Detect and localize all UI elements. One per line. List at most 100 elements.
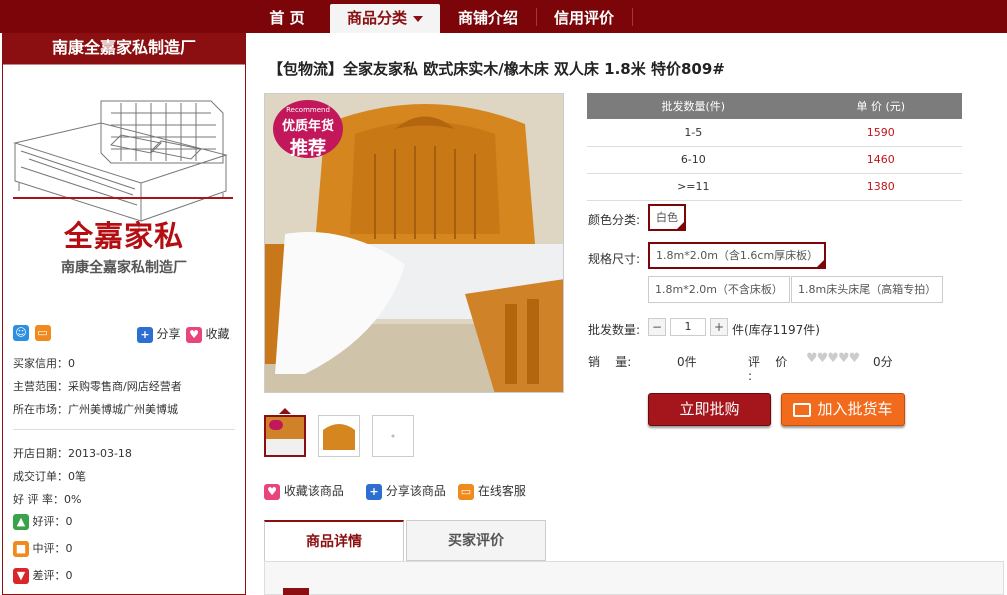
favorite-link[interactable]: 收藏 (206, 327, 230, 341)
nav-divider (536, 8, 537, 26)
chat-face-icon[interactable]: ☺ (13, 325, 29, 341)
add-to-cart-label: 加入批货车 (817, 400, 893, 418)
thumbs-up-icon: ▲ (13, 514, 29, 530)
good-review-row: ▲ 好评：0 (13, 513, 73, 530)
tab-buyer-reviews[interactable]: 买家评价 (406, 520, 546, 561)
row-value: 2013-03-18 (68, 447, 132, 460)
market-row: 所在市场：广州美博城广州美博城 (13, 401, 178, 417)
review-score: 0分 (873, 355, 893, 369)
row-value: 0 (68, 357, 75, 370)
price-cell: 1590 (799, 119, 962, 147)
wholesale-price-table: 批发数量(件) 单 价 (元) 1-5 1590 6-10 1460 >=11 … (587, 93, 962, 201)
thumb-pointer-icon (279, 408, 291, 414)
row-value: 0笔 (68, 470, 86, 483)
rating-hearts-icon: ♥♥♥♥♥ (806, 351, 860, 366)
row-value: 0 (65, 542, 73, 555)
thumbnail-3[interactable] (372, 415, 414, 457)
color-label: 颜色分类: (588, 213, 641, 227)
qty-cell: >=11 (587, 173, 800, 201)
neutral-hand-icon: ■ (13, 541, 29, 557)
stock-info: 件(库存1197件) (732, 323, 820, 337)
color-option-white[interactable]: 白色 (648, 204, 686, 231)
thumbs-down-icon: ▼ (13, 568, 29, 584)
size-option-1[interactable]: 1.8m*2.0m（含1.6cm厚床板） (648, 242, 827, 269)
nav-credit-rating[interactable]: 信用评价 (538, 4, 630, 33)
favorite-product-label: 收藏该商品 (283, 484, 344, 498)
row-value: 0% (64, 493, 82, 506)
review-colon: : (748, 369, 753, 383)
table-row: 6-10 1460 (587, 146, 962, 174)
shop-name-header: 南康全嘉家私制造厂 (3, 33, 245, 75)
bad-review-row: ▼ 差评：0 (13, 567, 73, 584)
top-navigation: 首 页 商品分类 商铺介绍 信用评价 (0, 0, 1007, 33)
chevron-down-icon (413, 15, 423, 22)
product-main-image[interactable]: Recommend 优质年货 推荐 (264, 93, 564, 393)
thumb-bed-image (266, 417, 304, 455)
divider (13, 429, 235, 430)
nav-categories-label: 商品分类 (346, 9, 407, 27)
message-icon[interactable]: ▭ (34, 325, 51, 341)
share-plus-icon: + (366, 483, 382, 500)
quantity-decrease-button[interactable]: − (648, 318, 666, 336)
size-label: 规格尺寸: (588, 252, 641, 266)
nav-home[interactable]: 首 页 (246, 4, 328, 33)
online-service-action[interactable]: ▭ 在线客服 (458, 482, 526, 500)
column-header: 批发数量(件) (587, 93, 800, 119)
add-to-cart-button[interactable]: 加入批货车 (781, 393, 905, 426)
contact-row: ☺ ▭ (13, 325, 51, 341)
quantity-increase-button[interactable]: + (710, 318, 728, 336)
share-product-action[interactable]: + 分享该商品 (366, 482, 446, 500)
share-link[interactable]: 分享 (157, 327, 181, 341)
row-label: 中评： (32, 542, 66, 555)
row-label: 开店日期： (13, 447, 68, 460)
row-value: 0 (65, 515, 73, 528)
row-label: 成交订单： (13, 470, 68, 483)
thumbnail-1[interactable] (264, 415, 306, 457)
business-scope-row: 主营范围：采购零售商/网店经营者 (13, 378, 182, 394)
table-row: >=11 1380 (587, 173, 962, 201)
sales-value: 0件 (677, 355, 697, 369)
row-label: 好 评 率： (13, 493, 64, 506)
row-label: 主营范围： (13, 380, 68, 393)
row-value: 采购零售商/网店经营者 (68, 380, 182, 393)
brand-divider (13, 197, 233, 199)
row-label: 所在市场： (13, 403, 68, 416)
shop-sidebar: 南康全嘉家私制造厂 全嘉家私 南康全嘉家私制造厂 ☺ ▭ + 分享 ♥ 收藏 买… (2, 33, 246, 595)
online-service-label: 在线客服 (477, 484, 526, 498)
badge-big-text: 推荐 (290, 138, 326, 159)
row-value: 广州美博城广州美博城 (68, 403, 178, 416)
size-option-2[interactable]: 1.8m*2.0m（不含床板） (648, 276, 790, 303)
heart-icon: ♥ (186, 327, 203, 343)
row-value: 0 (65, 569, 73, 582)
share-product-label: 分享该商品 (385, 484, 446, 498)
buy-now-button[interactable]: 立即批购 (648, 393, 771, 426)
shop-name: 南康全嘉家私制造厂 (51, 38, 196, 57)
favorite-product-action[interactable]: ♥ 收藏该商品 (264, 482, 344, 500)
orders-row: 成交订单：0笔 (13, 468, 86, 484)
thumb-headboard-image (319, 416, 359, 456)
size-option-3[interactable]: 1.8m床头床尾（高箱专拍） (791, 276, 944, 303)
row-label: 好评： (32, 515, 66, 528)
nav-divider (632, 8, 633, 26)
bed-sketch-image (13, 100, 228, 231)
brand-logo-text: 全嘉家私 (63, 219, 184, 253)
thumbnail-2[interactable] (318, 415, 360, 457)
table-header-row: 批发数量(件) 单 价 (元) (587, 93, 962, 119)
tab-product-details[interactable]: 商品详情 (264, 520, 404, 561)
nav-shop-intro[interactable]: 商铺介绍 (442, 4, 534, 33)
price-cell: 1460 (799, 146, 962, 174)
share-fav-row: + 分享 ♥ 收藏 (137, 325, 230, 343)
product-title: 【包物流】全家友家私 欧式床实木/橡木床 双人床 1.8米 特价809# (268, 60, 725, 78)
share-plus-icon: + (137, 327, 153, 343)
neutral-review-row: ■ 中评：0 (13, 540, 73, 557)
table-row: 1-5 1590 (587, 119, 962, 147)
thumb-placeholder-image (373, 416, 413, 456)
quantity-input[interactable]: 1 (670, 318, 706, 336)
review-label: 评 价 (748, 355, 788, 369)
section-marker (283, 588, 309, 595)
qty-cell: 1-5 (587, 119, 800, 147)
nav-categories[interactable]: 商品分类 (330, 4, 440, 33)
quantity-label: 批发数量: (588, 323, 641, 337)
buyer-credit-row: 买家信用：0 (13, 355, 75, 371)
chat-bubble-icon: ▭ (458, 483, 474, 500)
